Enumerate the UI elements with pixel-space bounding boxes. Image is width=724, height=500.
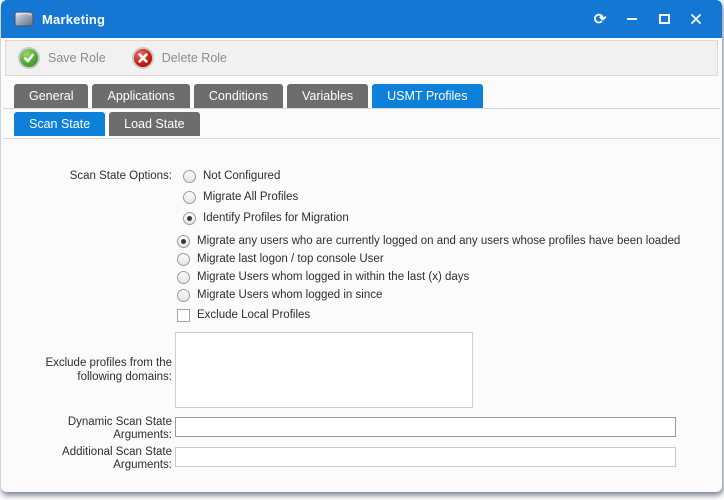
dialog-window: Marketing ⟳ [1,0,722,492]
delete-role-button[interactable]: Delete Role [132,47,227,69]
additional-args-input[interactable] [175,447,676,467]
dialog-body: Save Role Delete Role General Applicatio… [3,38,720,490]
title-bar: Marketing ⟳ [1,0,722,38]
minimize-icon [627,18,637,20]
minimize-button[interactable] [620,7,644,31]
checkbox-label[interactable]: Exclude Local Profiles [197,309,310,321]
refresh-icon: ⟳ [594,12,607,27]
delete-icon [132,47,154,69]
radio-icon[interactable] [183,191,196,204]
radio-icon[interactable] [183,212,196,225]
radio-label[interactable]: Migrate last logon / top console User [197,253,384,265]
radio-icon[interactable] [177,235,190,248]
subtab-load-state[interactable]: Load State [109,112,199,136]
dynamic-args-label: Dynamic Scan State Arguments: [3,416,172,442]
save-role-label: Save Role [48,51,106,65]
radio-migrate-since[interactable]: Migrate Users whom logged in since [177,287,680,303]
subtabs-separator [3,138,720,139]
radio-label[interactable]: Not Configured [203,170,280,182]
save-icon [18,47,40,69]
checkbox-icon[interactable] [177,309,190,322]
radio-migrate-last-logon[interactable]: Migrate last logon / top console User [177,251,680,267]
save-role-button[interactable]: Save Role [18,47,106,69]
tab-general[interactable]: General [14,84,88,108]
delete-role-label: Delete Role [162,51,227,65]
exclude-domains-textarea[interactable] [175,332,473,408]
radio-label[interactable]: Migrate Users whom logged in within the … [197,271,469,283]
window-controls: ⟳ [588,7,708,31]
tabs-separator [3,108,720,109]
tab-applications[interactable]: Applications [92,84,189,108]
tab-usmt-profiles[interactable]: USMT Profiles [372,84,482,108]
exclude-local-profiles-row: Exclude Local Profiles [177,307,310,323]
tab-conditions[interactable]: Conditions [194,84,283,108]
radio-identify-profiles[interactable]: Identify Profiles for Migration [183,210,349,226]
exclude-local-profiles-checkbox-row[interactable]: Exclude Local Profiles [177,307,310,323]
close-button[interactable] [684,7,708,31]
radio-not-configured[interactable]: Not Configured [183,168,349,184]
exclude-domains-label: Exclude profiles from the following doma… [3,356,172,384]
radio-migrate-all-profiles[interactable]: Migrate All Profiles [183,189,349,205]
dynamic-args-input[interactable] [175,417,676,437]
tab-variables[interactable]: Variables [287,84,368,108]
subtab-scan-state[interactable]: Scan State [14,112,105,136]
radio-label[interactable]: Migrate Users whom logged in since [197,289,382,301]
window-title: Marketing [42,12,105,27]
app-icon [14,10,34,28]
radio-label[interactable]: Identify Profiles for Migration [203,212,349,224]
migration-detail-radio-group: Migrate any users who are currently logg… [177,233,680,303]
scan-state-radio-group: Not Configured Migrate All Profiles Iden… [183,168,349,226]
refresh-button[interactable]: ⟳ [588,7,612,31]
radio-icon[interactable] [177,253,190,266]
radio-icon[interactable] [177,289,190,302]
radio-icon[interactable] [177,271,190,284]
radio-migrate-last-x-days[interactable]: Migrate Users whom logged in within the … [177,269,680,285]
main-tabs: General Applications Conditions Variable… [14,84,483,108]
radio-migrate-logged-on-users[interactable]: Migrate any users who are currently logg… [177,233,680,249]
radio-icon[interactable] [183,170,196,183]
close-icon [690,13,702,25]
toolbar: Save Role Delete Role [5,40,718,76]
additional-args-label: Additional Scan State Arguments: [3,446,172,472]
sub-tabs: Scan State Load State [14,112,200,136]
scan-state-options-label: Scan State Options: [3,169,172,183]
maximize-icon [659,14,670,24]
maximize-button[interactable] [652,7,676,31]
radio-label[interactable]: Migrate All Profiles [203,191,298,203]
radio-label[interactable]: Migrate any users who are currently logg… [197,235,680,247]
